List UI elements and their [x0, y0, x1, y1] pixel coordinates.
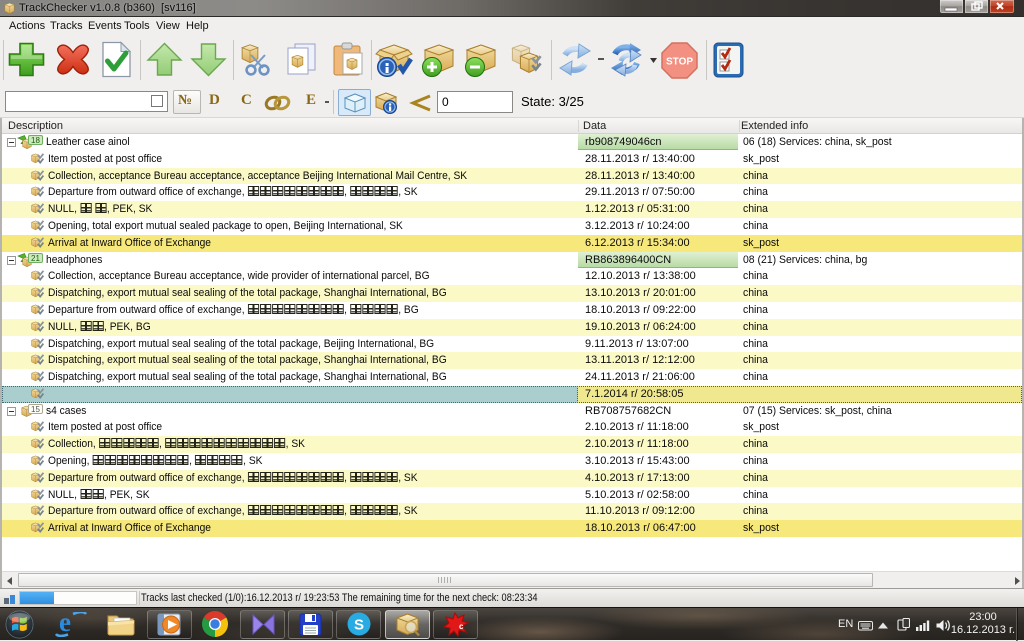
svg-text:S: S — [354, 617, 364, 634]
svg-text:STOP: STOP — [666, 57, 693, 68]
svg-text:c: c — [459, 622, 464, 631]
